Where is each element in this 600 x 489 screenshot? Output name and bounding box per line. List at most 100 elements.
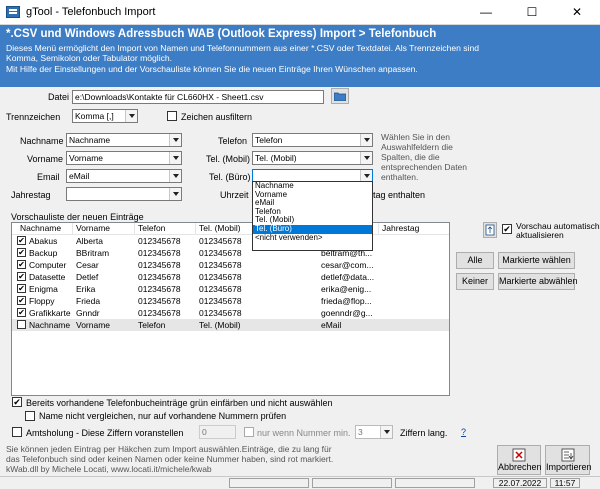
- nur-wenn-checkbox[interactable]: [244, 427, 254, 437]
- name-compare-checkbox[interactable]: [25, 411, 35, 421]
- dropdown-option[interactable]: Nachname: [253, 182, 372, 191]
- separator-select[interactable]: Komma [,]: [72, 109, 138, 123]
- cell-email: erika@enig...: [321, 284, 372, 294]
- import-button[interactable]: Importieren: [545, 445, 592, 475]
- col-telefon[interactable]: Telefon: [135, 223, 196, 235]
- row-checkbox[interactable]: ✔: [17, 296, 26, 305]
- dropdown-option[interactable]: Telefon: [253, 208, 372, 217]
- min-digits-select[interactable]: 3: [355, 425, 393, 439]
- dropdown-option[interactable]: Tel. (Mobil): [253, 216, 372, 225]
- table-row[interactable]: ✔ Datasette Detlef 012345678 012345678 detlef…: [12, 271, 449, 283]
- browse-button[interactable]: [331, 88, 349, 104]
- mobil-select[interactable]: Tel. (Mobil): [252, 151, 373, 165]
- email-select[interactable]: eMail: [66, 169, 182, 183]
- cancel-button[interactable]: Abbrechen: [497, 445, 542, 475]
- row-checkbox[interactable]: ✔: [17, 260, 26, 269]
- buero-dropdown-list[interactable]: Nachname Vorname eMail Telefon Tel. (Mob…: [252, 181, 373, 251]
- col-vorname[interactable]: Vorname: [73, 223, 135, 235]
- minimize-button[interactable]: —: [463, 0, 509, 25]
- file-label: Datei: [48, 92, 70, 102]
- cell-telefon: 012345678: [138, 308, 181, 318]
- table-row[interactable]: Nachname Vorname Telefon Tel. (Mobil) eMail: [12, 319, 449, 331]
- help-link[interactable]: ?: [461, 427, 466, 437]
- select-marked-button[interactable]: Markierte wählen: [498, 252, 575, 269]
- file-path-input[interactable]: e:\Downloads\Kontakte für CL660HX - Shee…: [72, 90, 324, 104]
- chevron-down-icon: [169, 134, 181, 146]
- separator-value: Komma [,]: [75, 111, 114, 121]
- table-row[interactable]: ✔ Enigma Erika 012345678 012345678 erika@enig…: [12, 283, 449, 295]
- col-mobil[interactable]: Tel. (Mobil): [196, 223, 258, 235]
- dropdown-option-selected[interactable]: Tel. (Büro): [253, 224, 372, 234]
- status-date: 22.07.2022: [493, 478, 547, 488]
- deselect-marked-button[interactable]: Markierte abwählen: [498, 273, 578, 290]
- dropdown-option[interactable]: eMail: [253, 199, 372, 208]
- min-digits-value: 3: [358, 427, 363, 437]
- vorname-select[interactable]: Vorname: [66, 151, 182, 165]
- cell-vorname: Gnndr: [76, 308, 100, 318]
- folder-icon: [333, 92, 347, 102]
- jahrestag-select[interactable]: [66, 187, 182, 201]
- amtsholung-digits-input[interactable]: 0: [199, 425, 236, 439]
- cell-mobil: 012345678: [199, 248, 242, 258]
- preview-table[interactable]: Nachname Vorname Telefon Tel. (Mobil) Ja…: [11, 222, 450, 396]
- banner-description: Dieses Menü ermöglicht den Import von Na…: [6, 43, 486, 74]
- green-existing-checkbox[interactable]: ✔: [12, 397, 22, 407]
- cancel-icon: [512, 448, 526, 462]
- close-button[interactable]: ✕: [554, 0, 600, 25]
- trim-checkbox[interactable]: [167, 111, 177, 121]
- cell-mobil: 012345678: [199, 236, 242, 246]
- trim-label: Zeichen ausfiltern: [181, 112, 253, 122]
- status-time: 11:57: [550, 478, 580, 488]
- maximize-button[interactable]: ☐: [509, 0, 555, 25]
- row-checkbox[interactable]: ✔: [17, 236, 26, 245]
- nachname-value: Nachname: [69, 135, 111, 145]
- mobil-label: Tel. (Mobil): [206, 154, 251, 164]
- table-row[interactable]: ✔ Backup BBritram 012345678 012345678 beltram…: [12, 247, 449, 259]
- cell-email: detlef@data...: [321, 272, 375, 282]
- select-all-button[interactable]: Alle: [456, 252, 494, 269]
- row-checkbox[interactable]: ✔: [17, 248, 26, 257]
- refresh-button[interactable]: [483, 222, 497, 238]
- row-checkbox[interactable]: ✔: [17, 272, 26, 281]
- window-title: gTool - Telefonbuch Import: [26, 6, 156, 18]
- mobil-value: Tel. (Mobil): [255, 153, 297, 163]
- cell-nachname: Enigma: [29, 284, 58, 294]
- row-checkbox[interactable]: ✔: [17, 284, 26, 293]
- row-checkbox[interactable]: ✔: [17, 308, 26, 317]
- cell-nachname: Datasette: [29, 272, 66, 282]
- refresh-icon: [485, 224, 495, 236]
- green-existing-label: Bereits vorhandene Telefonbucheinträge g…: [26, 398, 333, 408]
- row-checkbox[interactable]: [17, 320, 26, 329]
- email-value: eMail: [69, 171, 90, 181]
- nachname-select[interactable]: Nachname: [66, 133, 182, 147]
- cell-nachname: Grafikkarte: [29, 308, 71, 318]
- table-header: Nachname Vorname Telefon Tel. (Mobil) Ja…: [12, 223, 449, 235]
- footer-line: Sie können jeden Eintrag per Häkchen zum…: [6, 444, 332, 454]
- table-row[interactable]: ✔ Computer Cesar 012345678 012345678 cesar@co…: [12, 259, 449, 271]
- table-row[interactable]: ✔ Abakus Alberta 012345678 012345678: [12, 235, 449, 247]
- cell-nachname: Computer: [29, 260, 67, 270]
- dropdown-option[interactable]: <nicht verwenden>: [253, 234, 372, 243]
- cell-mobil: 012345678: [199, 308, 242, 318]
- table-row[interactable]: ✔ Floppy Frieda 012345678 012345678 frieda@fl…: [12, 295, 449, 307]
- vorname-value: Vorname: [69, 153, 104, 163]
- select-none-button[interactable]: Keiner: [456, 273, 494, 290]
- table-row[interactable]: ✔ Grafikkarte Gnndr 012345678 012345678 goenn…: [12, 307, 449, 319]
- amtsholung-label: Amtsholung - Diese Ziffern voranstellen: [26, 428, 184, 438]
- nur-wenn-label: nur wenn Nummer min.: [257, 428, 351, 438]
- vorname-label: Vorname: [27, 154, 64, 164]
- cell-vorname: Vorname: [76, 320, 111, 330]
- hint-line: Auswahlfeldern die: [381, 142, 453, 152]
- cell-vorname: Alberta: [76, 236, 103, 246]
- cell-telefon: 012345678: [138, 296, 181, 306]
- col-nachname[interactable]: Nachname: [12, 223, 73, 235]
- chevron-down-icon: [360, 134, 372, 146]
- amtsholung-checkbox[interactable]: [12, 427, 22, 437]
- auto-preview-checkbox[interactable]: ✔: [502, 224, 512, 234]
- dropdown-option[interactable]: Vorname: [253, 191, 372, 200]
- title-bar: gTool - Telefonbuch Import — ☐ ✕: [0, 0, 600, 25]
- col-jahrestag[interactable]: Jahrestag: [379, 223, 449, 235]
- nachname-label: Nachname: [20, 136, 64, 146]
- telefon-select[interactable]: Telefon: [252, 133, 373, 147]
- header-banner: *.CSV und Windows Adressbuch WAB (Outloo…: [0, 25, 600, 87]
